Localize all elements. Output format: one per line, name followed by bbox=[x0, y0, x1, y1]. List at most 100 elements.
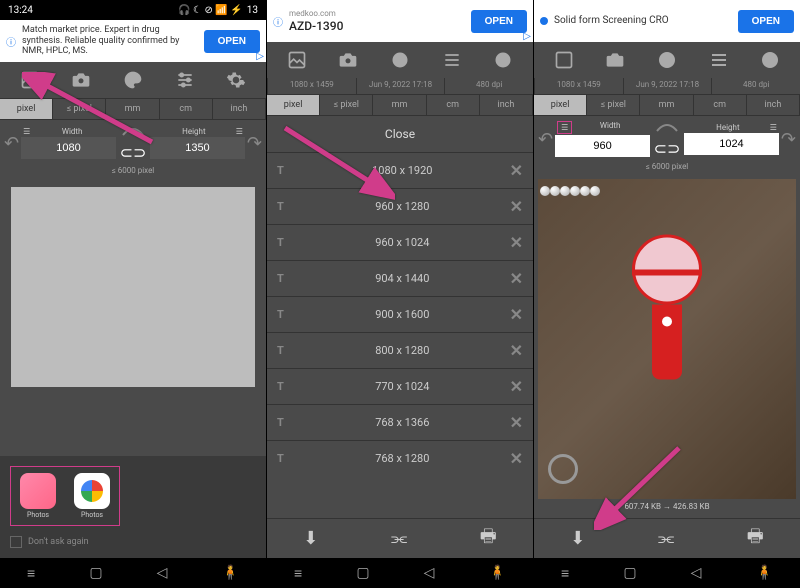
gear-icon[interactable] bbox=[758, 48, 782, 72]
palette-icon[interactable] bbox=[121, 68, 145, 92]
nav-back-icon[interactable]: ◁ bbox=[424, 565, 435, 581]
unit-tab-cm[interactable]: cm bbox=[160, 98, 213, 120]
gallery-icon[interactable] bbox=[552, 48, 576, 72]
unit-tab-mm[interactable]: mm bbox=[640, 94, 693, 116]
size-row[interactable]: T960 x 1280✕ bbox=[267, 188, 533, 224]
palette-icon[interactable] bbox=[655, 48, 679, 72]
app-photos-1[interactable]: Photos bbox=[17, 473, 59, 519]
ad-banner[interactable]: ⓘ Match market price. Expert in drug syn… bbox=[0, 20, 266, 62]
undo-icon[interactable]: ↶ bbox=[538, 129, 553, 150]
ad-close-icon[interactable]: ▷ bbox=[256, 51, 264, 62]
dont-ask-checkbox[interactable]: Don't ask again bbox=[10, 536, 256, 548]
unit-tab-inch[interactable]: inch bbox=[480, 94, 533, 116]
print-icon[interactable]: 🖶 bbox=[480, 524, 497, 554]
delete-icon[interactable]: ✕ bbox=[510, 197, 523, 216]
unit-tab-lte-pixel[interactable]: ≤ pixel bbox=[587, 94, 640, 116]
nav-accessibility-icon[interactable]: 🧍 bbox=[222, 565, 239, 581]
unit-tab-pixel[interactable]: pixel bbox=[267, 94, 320, 116]
size-preset-list[interactable]: T1080 x 1920✕ T960 x 1280✕ T960 x 1024✕ … bbox=[267, 152, 533, 518]
unit-tab-cm[interactable]: cm bbox=[427, 94, 480, 116]
image-preview[interactable]: 607.74 KB → 426.83 KB bbox=[534, 175, 800, 518]
size-row[interactable]: T768 x 1280✕ bbox=[267, 440, 533, 476]
width-field: ☰Width bbox=[21, 127, 116, 159]
hamburger-icon[interactable]: ☰ bbox=[770, 123, 777, 132]
unit-tabs: pixel ≤ pixel mm cm inch bbox=[0, 98, 266, 120]
ad-open-button[interactable]: OPEN bbox=[471, 10, 527, 33]
size-row[interactable]: T960 x 1024✕ bbox=[267, 224, 533, 260]
delete-icon[interactable]: ✕ bbox=[510, 341, 523, 360]
share-icon[interactable]: ⫘ bbox=[391, 528, 407, 549]
ad-banner[interactable]: ⓘ medkoo.com AZD-1390 OPEN ▷ bbox=[267, 0, 533, 42]
sliders-icon[interactable] bbox=[707, 48, 731, 72]
size-row[interactable]: T1080 x 1920✕ bbox=[267, 152, 533, 188]
gallery-icon[interactable] bbox=[285, 48, 309, 72]
unit-tab-lte-pixel[interactable]: ≤ pixel bbox=[53, 98, 106, 120]
height-input[interactable] bbox=[684, 133, 779, 155]
height-input[interactable] bbox=[150, 137, 245, 159]
nav-recent-icon[interactable]: ≡ bbox=[294, 565, 302, 582]
redo-icon[interactable]: ↷ bbox=[781, 129, 796, 150]
unit-tab-lte-pixel[interactable]: ≤ pixel bbox=[320, 94, 373, 116]
ad-open-button[interactable]: OPEN bbox=[204, 30, 260, 53]
ad-text: medkoo.com AZD-1390 bbox=[289, 9, 465, 33]
nav-home-icon[interactable]: ▢ bbox=[356, 565, 369, 581]
gear-icon[interactable] bbox=[491, 48, 515, 72]
delete-icon[interactable]: ✕ bbox=[510, 233, 523, 252]
ad-close-icon[interactable]: ▷ bbox=[523, 31, 531, 42]
nav-accessibility-icon[interactable]: 🧍 bbox=[756, 565, 773, 581]
delete-icon[interactable]: ✕ bbox=[510, 449, 523, 468]
unit-tab-inch[interactable]: inch bbox=[747, 94, 800, 116]
ad-banner[interactable]: Solid form Screening CRO OPEN bbox=[534, 0, 800, 42]
close-button[interactable]: Close bbox=[267, 116, 533, 152]
unit-tab-cm[interactable]: cm bbox=[694, 94, 747, 116]
unit-tab-pixel[interactable]: pixel bbox=[534, 94, 587, 116]
camera-icon[interactable] bbox=[336, 48, 360, 72]
nav-back-icon[interactable]: ◁ bbox=[691, 565, 702, 581]
gallery-icon[interactable] bbox=[18, 68, 42, 92]
size-row[interactable]: T770 x 1024✕ bbox=[267, 368, 533, 404]
width-input[interactable] bbox=[21, 137, 116, 159]
download-icon[interactable]: ⬇ bbox=[303, 528, 318, 549]
nav-accessibility-icon[interactable]: 🧍 bbox=[489, 565, 506, 581]
unit-tab-mm[interactable]: mm bbox=[373, 94, 426, 116]
camera-icon[interactable] bbox=[69, 68, 93, 92]
nav-home-icon[interactable]: ▢ bbox=[89, 565, 102, 581]
width-input[interactable] bbox=[555, 135, 650, 157]
image-placeholder[interactable] bbox=[11, 187, 255, 387]
ad-open-button[interactable]: OPEN bbox=[738, 10, 794, 33]
nav-home-icon[interactable]: ▢ bbox=[623, 565, 636, 581]
delete-icon[interactable]: ✕ bbox=[510, 161, 523, 180]
delete-icon[interactable]: ✕ bbox=[510, 305, 523, 324]
swap-icon[interactable]: ⊂⊃ bbox=[118, 124, 148, 162]
print-icon[interactable]: 🖶 bbox=[747, 524, 764, 554]
hamburger-icon[interactable]: ☰ bbox=[23, 127, 30, 136]
unit-tab-mm[interactable]: mm bbox=[106, 98, 159, 120]
palette-icon[interactable] bbox=[388, 48, 412, 72]
size-row[interactable]: T904 x 1440✕ bbox=[267, 260, 533, 296]
app-photos-2[interactable]: Photos bbox=[71, 473, 113, 519]
dimension-row: ↶ ☰Width ⊂⊃ Height☰ ↷ bbox=[0, 120, 266, 166]
gear-icon[interactable] bbox=[224, 68, 248, 92]
hamburger-icon[interactable]: ☰ bbox=[236, 127, 243, 136]
size-row[interactable]: T768 x 1366✕ bbox=[267, 404, 533, 440]
unit-tab-pixel[interactable]: pixel bbox=[0, 98, 53, 120]
swap-icon[interactable]: ⊂⊃ bbox=[652, 120, 682, 158]
delete-icon[interactable]: ✕ bbox=[510, 413, 523, 432]
delete-icon[interactable]: ✕ bbox=[510, 269, 523, 288]
sliders-icon[interactable] bbox=[173, 68, 197, 92]
delete-icon[interactable]: ✕ bbox=[510, 377, 523, 396]
undo-icon[interactable]: ↶ bbox=[4, 133, 19, 154]
nav-recent-icon[interactable]: ≡ bbox=[561, 565, 569, 582]
size-row[interactable]: T800 x 1280✕ bbox=[267, 332, 533, 368]
nav-bar: ≡ ▢ ◁ 🧍 bbox=[0, 558, 266, 588]
hamburger-icon[interactable]: ☰ bbox=[557, 121, 572, 134]
nav-back-icon[interactable]: ◁ bbox=[157, 565, 168, 581]
redo-icon[interactable]: ↷ bbox=[247, 133, 262, 154]
download-icon[interactable]: ⬇ bbox=[570, 528, 585, 549]
sliders-icon[interactable] bbox=[440, 48, 464, 72]
unit-tab-inch[interactable]: inch bbox=[213, 98, 266, 120]
share-icon[interactable]: ⫘ bbox=[658, 528, 674, 549]
camera-icon[interactable] bbox=[603, 48, 627, 72]
size-row[interactable]: T900 x 1600✕ bbox=[267, 296, 533, 332]
nav-recent-icon[interactable]: ≡ bbox=[27, 565, 35, 582]
